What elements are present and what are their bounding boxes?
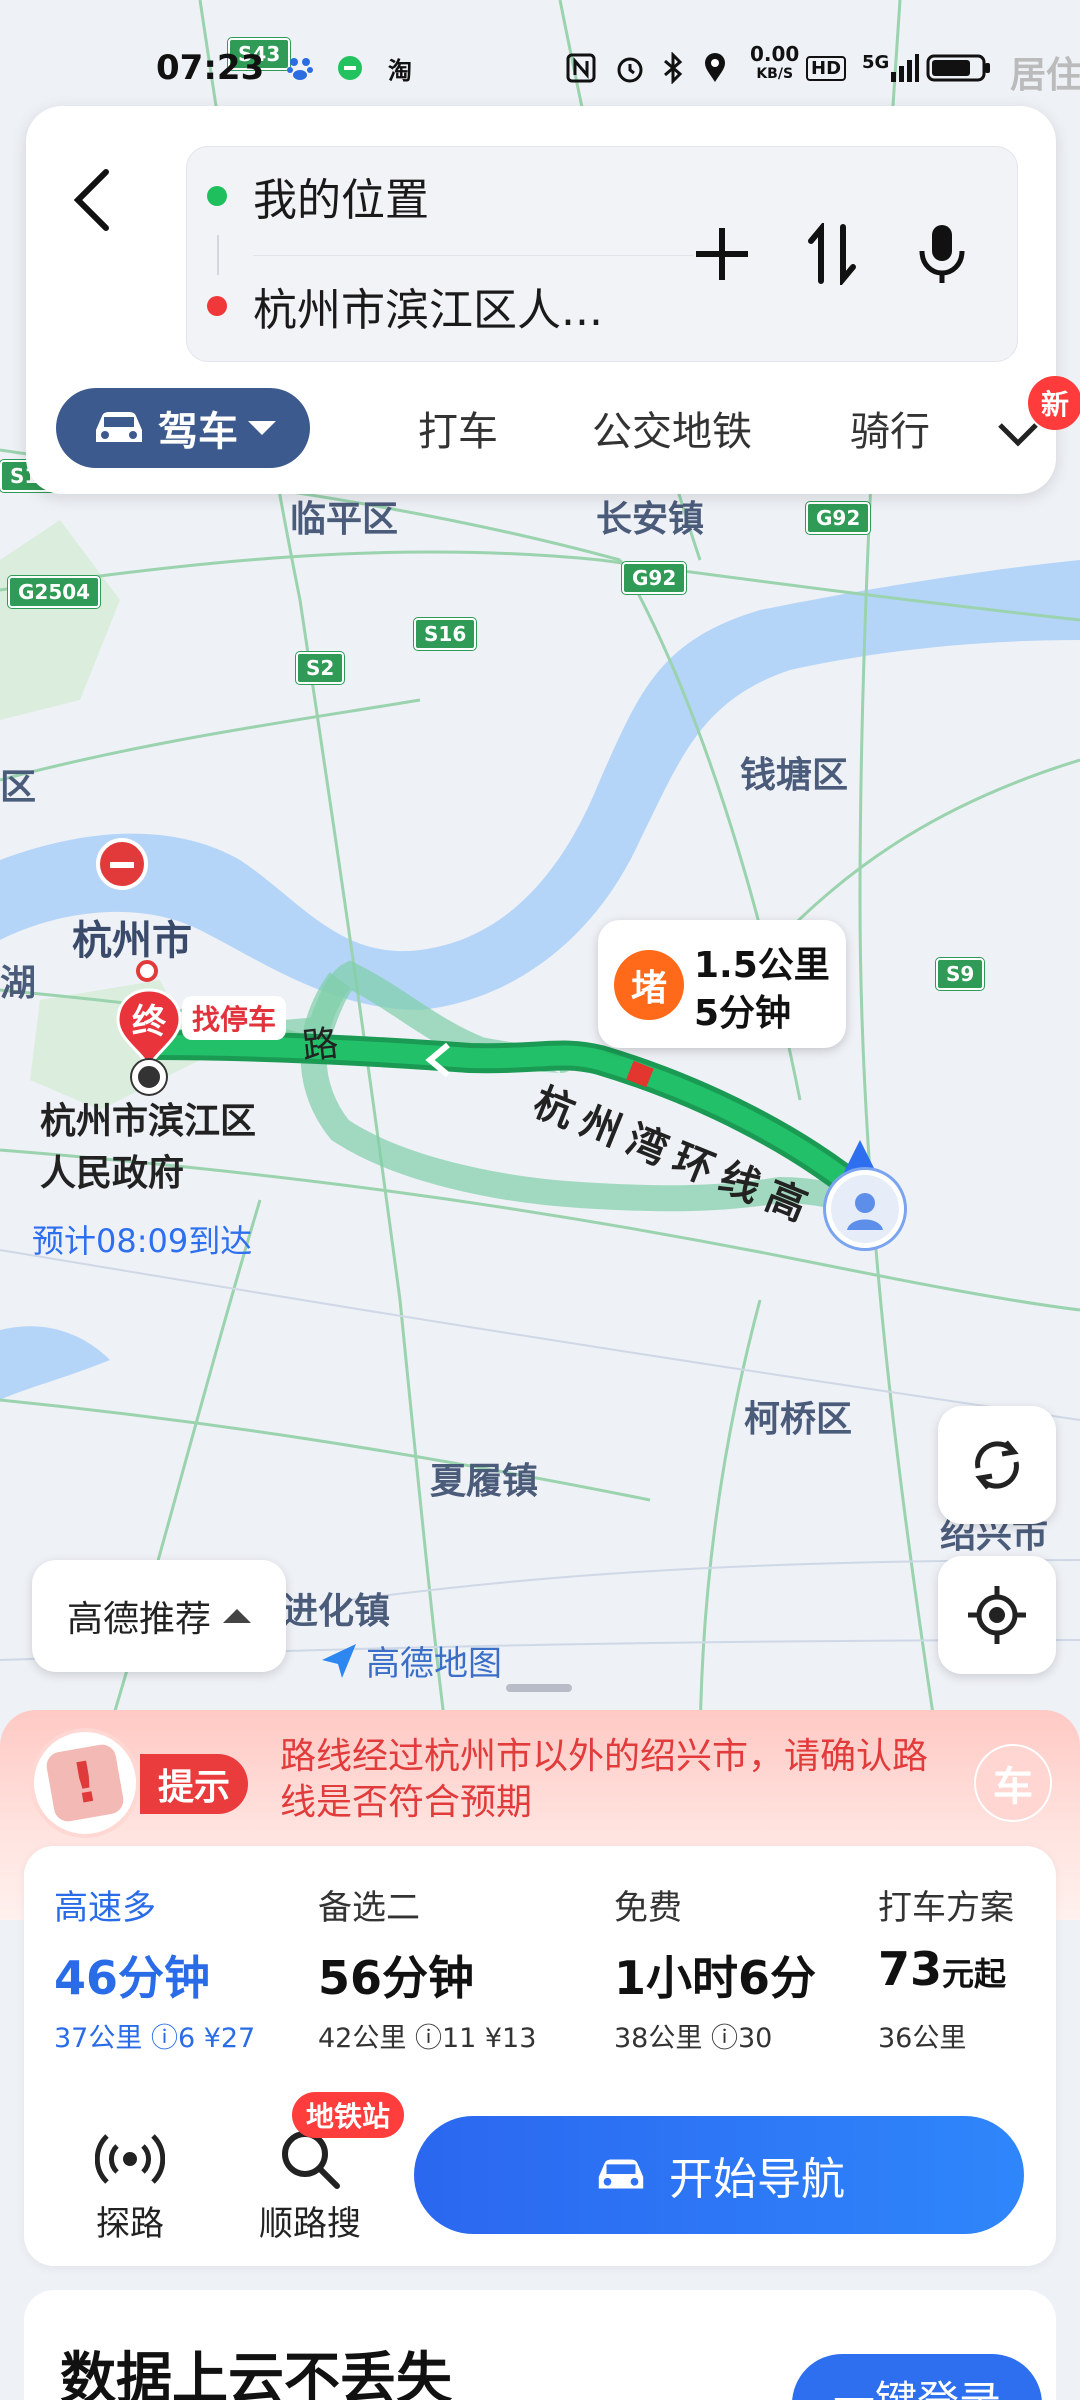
- road-shield: S16: [414, 618, 477, 650]
- place-qiantang: 钱塘区: [740, 755, 849, 796]
- subway-station-badge: 地铁站: [292, 2092, 405, 2138]
- road-shield: G2504: [8, 576, 101, 608]
- destination-dot-icon: [207, 296, 227, 316]
- place-xialv: 夏履镇: [430, 1461, 539, 1502]
- user-location-avatar[interactable]: [826, 1170, 904, 1248]
- tab-taxi[interactable]: 打车: [418, 396, 498, 460]
- warning-icon: !: [30, 1728, 140, 1838]
- traffic-jam-badge: 堵: [614, 950, 684, 1020]
- road-shield: G92: [806, 502, 871, 534]
- place-linping: 临平区: [290, 499, 399, 540]
- find-parking-chip[interactable]: 找停车: [182, 996, 287, 1040]
- end-marker[interactable]: 终: [114, 986, 184, 1069]
- battery-icon: [926, 52, 992, 84]
- net-speed: 0.00 KB/S: [750, 42, 800, 82]
- back-arrow-icon: [73, 169, 109, 231]
- signal-icon: 5G: [862, 52, 920, 84]
- origin-dot-icon: [207, 186, 227, 206]
- place-keqiao: 柯桥区: [744, 1399, 853, 1440]
- road-name-label: 路: [300, 1023, 341, 1068]
- user-icon: [847, 1193, 883, 1230]
- wechat-bubble-icon: [336, 52, 364, 84]
- status-bar: 07:23 淘 0.00 KB/S HD 5G: [0, 40, 1080, 100]
- tab-drive[interactable]: 驾车: [56, 388, 310, 468]
- microphone-icon: [919, 225, 965, 283]
- locate-icon: [968, 1586, 1026, 1644]
- cloud-title: 数据上云不丢失: [60, 2347, 452, 2400]
- warning-label: 提示: [140, 1754, 249, 1814]
- destination-field[interactable]: 杭州市滨江区人...: [207, 261, 603, 351]
- one-click-login-button[interactable]: 一键登录: [792, 2354, 1042, 2400]
- swap-icon: [808, 223, 856, 285]
- poi-dot-icon: [136, 960, 158, 982]
- tab-ride[interactable]: 骑行: [850, 396, 930, 460]
- traffic-time: 5分钟: [694, 993, 792, 1034]
- caret-up-icon: [223, 1609, 251, 1623]
- refresh-route-button[interactable]: [938, 1406, 1056, 1524]
- plan-option-taxi[interactable]: 打车方案 73元起 36公里: [842, 1846, 1056, 2076]
- locate-button[interactable]: [938, 1556, 1056, 1674]
- car-icon: [96, 412, 142, 442]
- caret-down-icon: [248, 421, 276, 435]
- back-button[interactable]: [62, 152, 122, 248]
- warning-text: 路线经过杭州市以外的绍兴市，请确认路线是否符合预期: [280, 1736, 929, 1823]
- place-jinhua: 进化镇: [282, 1591, 391, 1632]
- nfc-icon: [566, 52, 596, 84]
- road-shield: S9: [936, 958, 985, 990]
- road-shield: S2: [296, 652, 345, 684]
- chevron-down-icon: [998, 423, 1038, 447]
- amap-arrow-icon: [322, 1643, 356, 1678]
- amap-recommend-button[interactable]: 高德推荐: [32, 1560, 286, 1672]
- new-badge: 新: [1028, 376, 1080, 430]
- sheet-grabber[interactable]: [506, 1684, 572, 1692]
- travel-mode-tabs: 驾车 打车 公交地铁 骑行 新: [56, 376, 1080, 472]
- route-separator: [253, 255, 693, 256]
- warning-badge: ! 提示: [30, 1724, 260, 1838]
- route-plans-card: 高速多 46分钟 37公里 ⓘ6 ¥27 备选二 56分钟 42公里 ⓘ11 ¥…: [24, 1846, 1056, 2266]
- hd-icon: HD: [806, 52, 847, 84]
- location-pin-icon: [702, 52, 728, 84]
- origin-field[interactable]: 我的位置: [207, 151, 429, 241]
- taobao-icon: 淘: [388, 56, 412, 85]
- swap-route-button[interactable]: [787, 209, 877, 299]
- place-changan: 长安镇: [596, 499, 705, 540]
- car-mode-icon[interactable]: 车: [974, 1744, 1052, 1822]
- voice-input-button[interactable]: [897, 209, 987, 299]
- place-left-qu: 区: [0, 767, 37, 808]
- road-shield: G92: [622, 562, 687, 594]
- car-icon: [598, 2159, 644, 2189]
- traffic-distance: 1.5公里: [694, 945, 830, 986]
- refresh-icon: [975, 1440, 1019, 1490]
- end-marker-label: 终: [132, 1002, 166, 1042]
- plan-option-2[interactable]: 备选二 56分钟 42公里 ⓘ11 ¥13: [296, 1846, 576, 2076]
- plus-icon: [696, 228, 748, 280]
- start-navigation-button[interactable]: 开始导航: [414, 2116, 1024, 2234]
- plan-option-1[interactable]: 高速多 46分钟 37公里 ⓘ6 ¥27: [24, 1846, 296, 2076]
- alarm-icon: [614, 52, 646, 84]
- route-search-card: 我的位置 杭州市滨江区人... 驾车 打车 公交地铁 骑行 新: [26, 106, 1080, 494]
- eta-label: 预计08:09到达: [32, 1222, 253, 1260]
- no-entry-icon: [96, 838, 148, 890]
- end-point-icon: [132, 1060, 166, 1094]
- broadcast-icon: [95, 2134, 165, 2184]
- status-time: 07:23: [156, 48, 265, 88]
- destination-name: 杭州市滨江区 人民政府: [40, 1101, 257, 1194]
- place-left-hu: 湖: [0, 963, 37, 1004]
- plan-option-3[interactable]: 免费 1小时6分 38公里 ⓘ30: [576, 1846, 842, 2076]
- tab-transit[interactable]: 公交地铁: [592, 396, 752, 460]
- baidu-paw-icon: [286, 52, 314, 84]
- explore-road-button[interactable]: 探路: [50, 2116, 210, 2246]
- add-waypoint-button[interactable]: [677, 209, 767, 299]
- traffic-callout[interactable]: 堵 1.5公里 5分钟: [598, 920, 846, 1048]
- amap-logo: 高德地图: [318, 1636, 502, 1685]
- cloud-sync-card: 数据上云不丢失 一键登录: [24, 2290, 1056, 2400]
- place-hangzhou: 杭州市: [72, 918, 192, 964]
- bluetooth-icon: [662, 52, 684, 84]
- route-inputs: 我的位置 杭州市滨江区人...: [186, 146, 1018, 362]
